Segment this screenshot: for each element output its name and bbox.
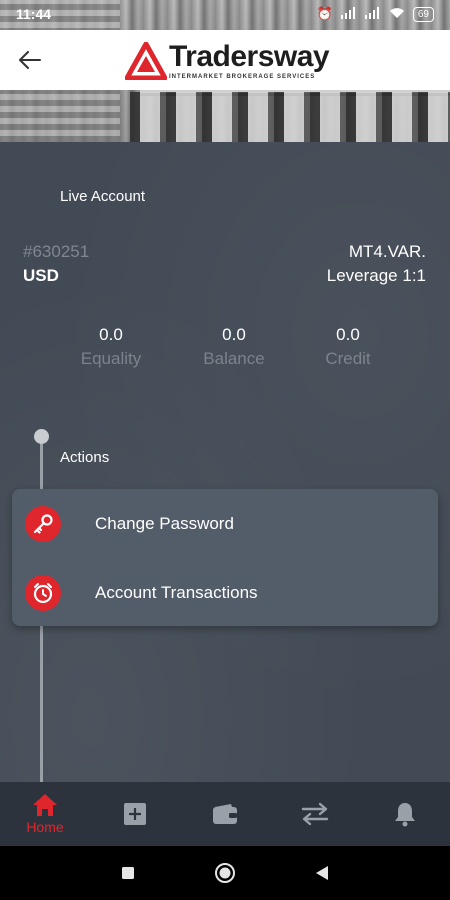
- back-nav-button[interactable]: [302, 853, 342, 893]
- app-toolbar: Tradersway INTERMARKET BROKERAGE SERVICE…: [0, 30, 450, 90]
- tradersway-logo: Tradersway INTERMARKET BROKERAGE SERVICE…: [125, 38, 330, 84]
- change-password-button[interactable]: Change Password: [12, 494, 438, 554]
- bottom-tab-bar: Home: [0, 782, 450, 846]
- account-transactions-button[interactable]: Account Transactions: [12, 563, 438, 623]
- building-columns: [130, 92, 450, 142]
- stat-value: 0.0: [99, 325, 123, 344]
- stat-value: 0.0: [336, 325, 360, 344]
- logo-triangle-icon: [125, 42, 167, 80]
- stat-equality: 0.0 Equality: [51, 325, 171, 369]
- square-icon: [122, 867, 135, 879]
- system-navigation-bar: [0, 846, 450, 900]
- status-bar: 11:44 ⏰ 69: [0, 0, 450, 28]
- actions-title: Actions: [60, 449, 110, 466]
- tab-add[interactable]: [90, 782, 180, 846]
- signal-icon-2: [364, 6, 381, 22]
- stat-balance: 0.0 Balance: [174, 325, 294, 369]
- home-icon: [33, 794, 57, 816]
- arrow-left-icon: [19, 51, 41, 69]
- clock-icon: [25, 575, 61, 611]
- logo-text: Tradersway: [169, 40, 330, 73]
- stat-label: Balance: [203, 349, 265, 368]
- transfer-icon: [301, 802, 329, 826]
- account-platform: MT4.VAR.: [348, 242, 426, 261]
- actions-card: Change Password Account Transactions: [12, 489, 438, 626]
- tab-home-label: Home: [26, 819, 64, 835]
- battery-icon: 69: [412, 6, 434, 22]
- status-icons: ⏰ 69: [317, 6, 434, 22]
- recents-button[interactable]: [108, 853, 148, 893]
- tab-wallet[interactable]: [180, 782, 270, 846]
- home-nav-button[interactable]: [205, 853, 245, 893]
- circle-icon: [214, 863, 235, 883]
- logo-subtitle: INTERMARKET BROKERAGE SERVICES: [169, 74, 316, 80]
- wallet-icon: [213, 804, 237, 824]
- back-button[interactable]: [0, 30, 60, 90]
- bell-icon: [395, 803, 415, 827]
- status-time: 11:44: [16, 6, 52, 22]
- tab-transfer[interactable]: [270, 782, 360, 846]
- wifi-icon: [389, 7, 405, 22]
- account-type-label: Live Account: [60, 188, 146, 205]
- signal-icon: [340, 6, 357, 22]
- key-icon: [25, 506, 61, 542]
- stat-label: Equality: [80, 349, 142, 368]
- alarm-icon: ⏰: [316, 6, 333, 21]
- account-transactions-label: Account Transactions: [95, 583, 258, 602]
- tab-home[interactable]: Home: [0, 782, 90, 846]
- account-leverage: Leverage 1:1: [326, 266, 426, 285]
- tab-notifications[interactable]: [360, 782, 450, 846]
- stat-credit: 0.0 Credit: [288, 325, 408, 369]
- account-number: #630251: [23, 242, 90, 261]
- triangle-back-icon: [315, 866, 328, 880]
- account-currency: USD: [23, 266, 59, 285]
- account-details-panel: Live Account #630251 USD MT4.VAR. Levera…: [0, 142, 450, 782]
- plus-square-icon: [124, 803, 146, 825]
- change-password-label: Change Password: [95, 514, 234, 533]
- stat-label: Credit: [325, 349, 371, 368]
- stat-value: 0.0: [222, 325, 246, 344]
- timeline-dot: [34, 429, 49, 444]
